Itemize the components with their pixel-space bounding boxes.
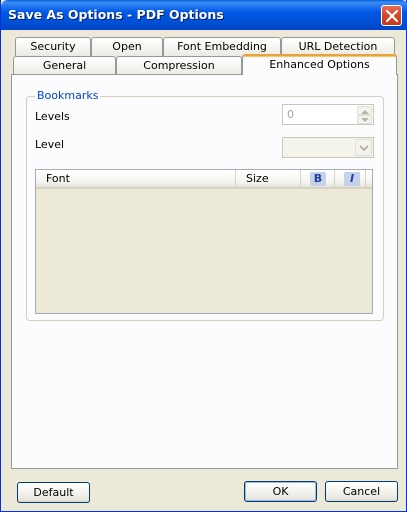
bold-icon: B xyxy=(310,172,326,186)
tab-label: Open xyxy=(112,40,142,53)
levels-value: 0 xyxy=(287,108,294,121)
tab-label: Compression xyxy=(143,59,215,72)
levels-spin-up-button[interactable] xyxy=(357,106,372,115)
column-header-bold[interactable]: B xyxy=(301,170,335,187)
level-dropdown-button[interactable] xyxy=(355,139,372,156)
tab-open[interactable]: Open xyxy=(91,37,163,56)
ok-button[interactable]: OK xyxy=(244,481,317,502)
font-table[interactable]: Font Size B I xyxy=(35,169,373,314)
tab-label: General xyxy=(42,59,87,72)
title-bar[interactable]: Save As Options - PDF Options xyxy=(1,0,407,30)
ok-button-label: OK xyxy=(272,485,289,498)
chevron-down-icon xyxy=(359,145,369,151)
tab-general[interactable]: General xyxy=(13,56,116,75)
tab-label: Enhanced Options xyxy=(269,58,370,71)
tab-panel-enhanced-options: Bookmarks Levels 0 Level Font Size B I xyxy=(11,74,398,469)
default-button[interactable]: Default xyxy=(17,482,90,503)
column-header-size-label: Size xyxy=(246,172,269,185)
levels-spin-down-button[interactable] xyxy=(357,115,372,124)
level-dropdown[interactable] xyxy=(282,137,374,158)
dialog-window: Save As Options - PDF Options Security O… xyxy=(0,0,407,512)
window-title: Save As Options - PDF Options xyxy=(8,7,224,22)
tab-label: Font Embedding xyxy=(177,40,267,53)
bookmarks-group-label: Bookmarks xyxy=(35,89,101,102)
italic-icon: I xyxy=(344,172,360,186)
tab-enhanced-options[interactable]: Enhanced Options xyxy=(242,54,397,75)
level-label: Level xyxy=(35,138,65,151)
column-header-size[interactable]: Size xyxy=(236,170,301,187)
default-button-label: Default xyxy=(33,486,74,499)
column-header-font-label: Font xyxy=(46,172,70,185)
levels-label: Levels xyxy=(35,110,70,123)
column-header-italic[interactable]: I xyxy=(335,170,366,187)
cancel-button-label: Cancel xyxy=(342,485,381,498)
levels-spinbox[interactable]: 0 xyxy=(282,104,374,125)
chevron-up-icon xyxy=(361,110,369,114)
bookmarks-groupbox: Bookmarks Levels 0 Level Font Size B I xyxy=(26,89,384,321)
cancel-button[interactable]: Cancel xyxy=(325,481,398,502)
close-button[interactable] xyxy=(381,5,402,26)
tab-label: Security xyxy=(30,40,76,53)
tab-security[interactable]: Security xyxy=(15,37,91,56)
close-icon xyxy=(386,10,398,22)
chevron-down-icon xyxy=(361,118,369,122)
tab-label: URL Detection xyxy=(298,40,378,53)
tab-compression[interactable]: Compression xyxy=(116,56,242,75)
font-table-header: Font Size B I xyxy=(36,170,372,189)
column-header-font[interactable]: Font xyxy=(36,170,236,187)
